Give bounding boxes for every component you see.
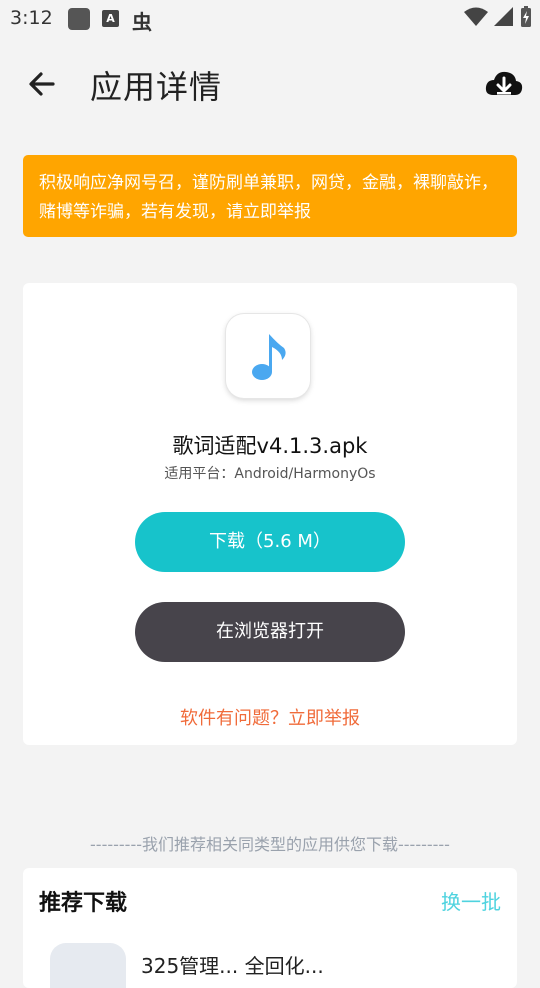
app-bar: 应用详情 bbox=[0, 40, 540, 130]
recommend-divider-text: ---------我们推荐相关同类型的应用供您下载--------- bbox=[90, 835, 450, 854]
signal-icon bbox=[494, 7, 513, 26]
cloud-download-icon bbox=[485, 71, 523, 95]
app-icon bbox=[226, 314, 310, 398]
notification-square-icon bbox=[68, 8, 90, 30]
anti-fraud-warning-banner: 积极响应净网号召，谨防刷单兼职，网贷，金融，裸聊敲诈，赌博等诈骗，若有发现，请立… bbox=[23, 155, 517, 237]
recommend-card: 推荐下载 换一批 325管理... 全回化... bbox=[23, 868, 517, 988]
status-right-icons bbox=[464, 6, 532, 28]
recommended-app-name[interactable]: 325管理... 全回化... bbox=[141, 950, 324, 979]
platform-text: 适用平台：Android/HarmonyOs bbox=[164, 466, 376, 482]
app-file-name: 歌词适配v4.1.3.apk bbox=[172, 434, 368, 458]
wifi-icon bbox=[464, 7, 488, 26]
cloud-download-button[interactable] bbox=[484, 68, 524, 102]
battery-icon bbox=[521, 6, 531, 27]
status-time: 3:12 bbox=[10, 7, 53, 29]
recommend-title: 推荐下载 bbox=[39, 891, 128, 916]
refresh-batch-button[interactable]: 换一批 bbox=[441, 886, 501, 915]
back-button[interactable] bbox=[24, 66, 60, 102]
page-title: 应用详情 bbox=[90, 68, 223, 106]
download-button[interactable]: 下载（5.6 M） bbox=[135, 512, 405, 572]
report-problem-link[interactable]: 软件有问题？立即举报 bbox=[23, 704, 517, 730]
bug-icon: 虫 bbox=[132, 10, 152, 34]
status-bar: 3:12 A 虫 bbox=[0, 0, 540, 38]
app-detail-card: 歌词适配v4.1.3.apk 适用平台：Android/HarmonyOs 下载… bbox=[23, 283, 517, 745]
recommended-app-icon[interactable] bbox=[50, 943, 126, 988]
keyboard-a-icon: A bbox=[102, 10, 119, 27]
music-note-icon bbox=[252, 334, 286, 380]
open-in-browser-button[interactable]: 在浏览器打开 bbox=[135, 602, 405, 662]
arrow-left-icon bbox=[29, 72, 55, 96]
